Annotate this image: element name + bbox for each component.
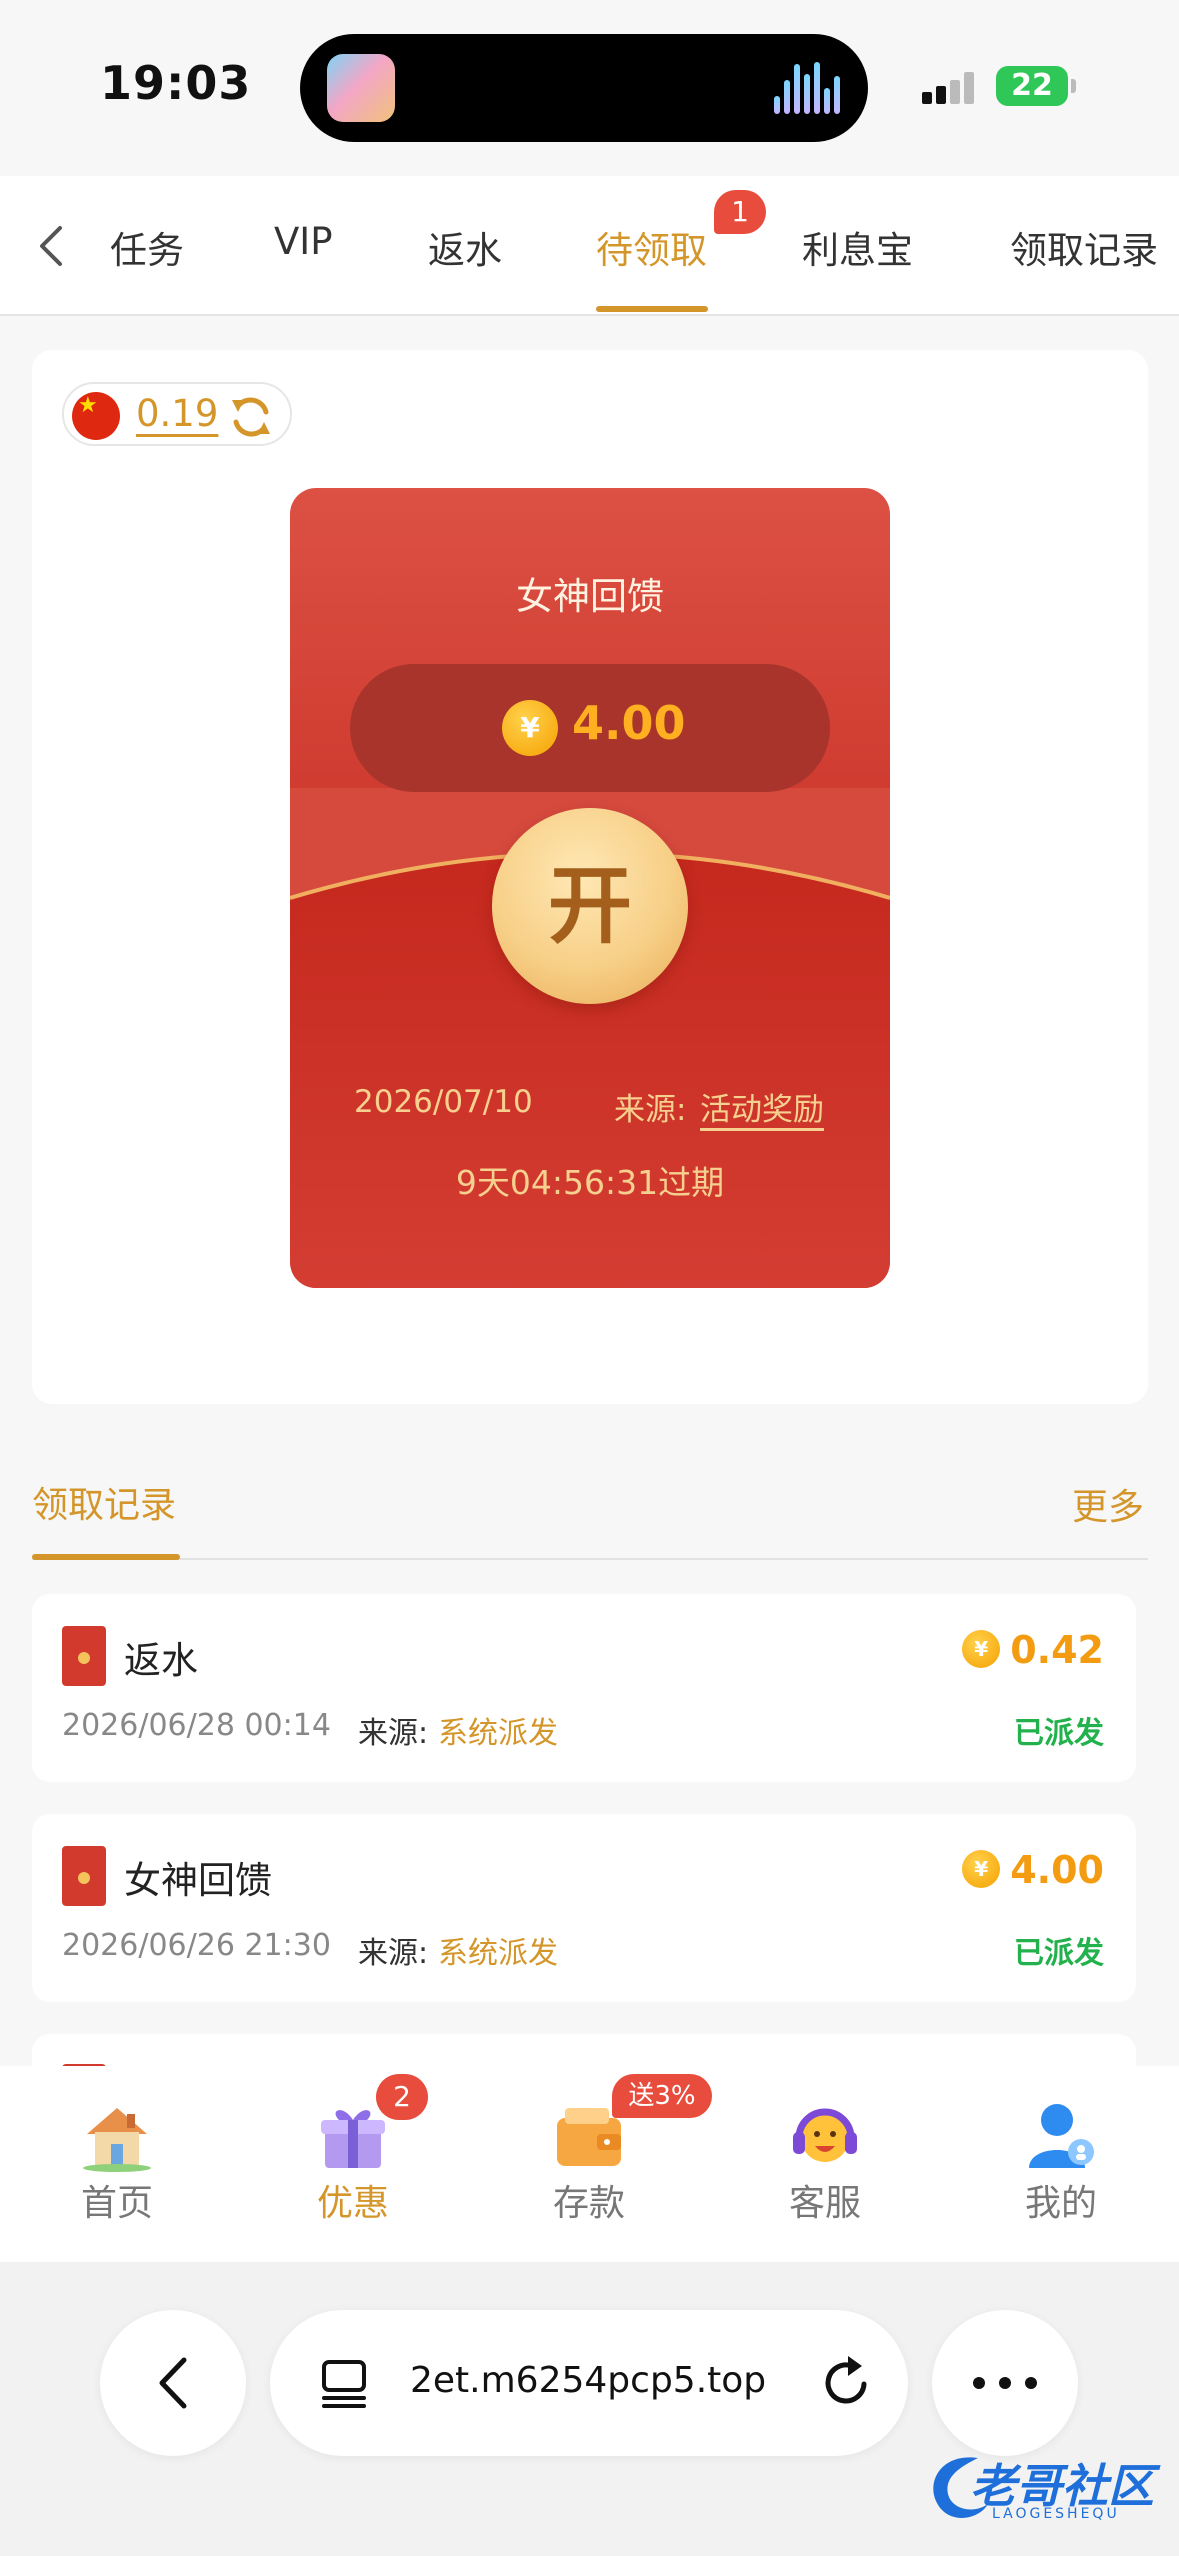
records-section-title: 领取记录 <box>32 1485 177 1526</box>
nav-label: 客服 <box>788 2183 861 2224</box>
records-title-underline <box>32 1554 180 1560</box>
envelope-source-label: 来源: <box>614 1092 687 1128</box>
envelope-expire-countdown: 9天04:56:31过期 <box>455 1163 725 1202</box>
bottom-nav: 首页 优惠 存款 客服 我的 <box>0 2066 1179 2262</box>
user-icon <box>1029 2104 1094 2168</box>
more-options-button[interactable] <box>932 2310 1078 2456</box>
deposit-bonus-badge: 送3% <box>612 2074 712 2118</box>
status-bar: 19:03 22 <box>0 0 1179 176</box>
envelope-amount: 4.00 <box>572 696 686 750</box>
yen-coin-icon: ¥ <box>502 700 558 756</box>
open-envelope-button[interactable]: 开 <box>492 808 688 1004</box>
balance-value: 0.19 <box>136 392 219 435</box>
record-source-label: 来源: <box>358 1716 429 1751</box>
nav-label: 我的 <box>1024 2183 1097 2224</box>
record-title: 返水 <box>124 1639 198 1682</box>
ellipsis-icon <box>973 2377 1037 2389</box>
nav-label: 存款 <box>552 2183 625 2224</box>
tab-bar: 任务 VIP 返水 待领取 利息宝 领取记录 <box>0 176 1179 316</box>
nav-home[interactable]: 首页 <box>17 2066 217 2262</box>
yen-coin-icon: ¥ <box>962 1849 1001 1888</box>
record-amount-value: 0.42 <box>1010 1628 1104 1672</box>
record-card[interactable]: 返水 2026/06/28 00:14 来源: 系统派发 ¥0.42 已派发 <box>32 1594 1136 1782</box>
headset-icon <box>793 2108 857 2162</box>
promotions-count-badge: 2 <box>376 2074 428 2120</box>
tabs-menu-icon <box>322 2360 366 2408</box>
record-amount-value: 4.00 <box>1010 1848 1104 1892</box>
watermark-subtext: LAOGESHEQU <box>992 2506 1120 2522</box>
tab-tasks[interactable]: 任务 <box>110 220 184 274</box>
record-date: 2026/06/26 21:30 <box>62 1928 331 1963</box>
watermark-logo: 老哥社区 LAOGESHEQU <box>918 2440 1168 2540</box>
red-envelope-icon <box>62 1626 106 1686</box>
red-envelope-icon <box>62 1846 106 1906</box>
balance-pill[interactable]: ★ 0.19 <box>62 382 292 446</box>
browser-back-button[interactable] <box>100 2310 246 2456</box>
record-date: 2026/06/28 00:14 <box>62 1708 331 1743</box>
url-text: 2et.m6254pcp5.top <box>410 2360 767 2401</box>
house-icon <box>83 2108 151 2172</box>
now-playing-app-icon <box>327 54 395 122</box>
tab-vip[interactable]: VIP <box>274 220 333 263</box>
envelope-source-link[interactable]: 活动奖励 <box>700 1084 824 1129</box>
status-time: 19:03 <box>100 56 252 110</box>
pending-count-badge: 1 <box>714 190 766 234</box>
audio-waveform-icon <box>774 62 840 114</box>
record-amount: ¥0.42 <box>962 1628 1104 1672</box>
record-source: 系统派发 <box>438 1716 558 1751</box>
dynamic-island <box>300 34 868 142</box>
address-bar[interactable]: 2et.m6254pcp5.top <box>270 2310 908 2456</box>
envelope-amount-pill: ¥ 4.00 <box>350 664 830 792</box>
tab-claim-records[interactable]: 领取记录 <box>1010 220 1158 274</box>
back-chevron-icon[interactable] <box>30 224 74 268</box>
records-divider <box>32 1558 1148 1560</box>
red-envelope-card: ★ 0.19 女神回馈 ¥ 4.00 开 2026/07/10 来源: 活动奖励… <box>32 350 1148 1404</box>
battery-indicator: 22 <box>996 66 1076 106</box>
record-source-label: 来源: <box>358 1936 429 1971</box>
envelope-title: 女神回馈 <box>516 575 664 618</box>
more-link[interactable]: 更多 <box>1072 1478 1144 1530</box>
tab-pending[interactable]: 待领取 <box>596 220 707 274</box>
nav-label: 优惠 <box>316 2183 389 2224</box>
china-flag-icon: ★ <box>72 392 120 440</box>
record-card[interactable]: 女神回馈 2026/06/26 21:30 来源: 系统派发 ¥4.00 已派发 <box>32 1814 1136 2002</box>
reload-icon[interactable] <box>822 2356 874 2410</box>
nav-customer-service[interactable]: 客服 <box>725 2066 925 2262</box>
refresh-icon[interactable] <box>228 394 274 440</box>
nav-label: 首页 <box>80 2183 153 2224</box>
active-tab-indicator <box>596 306 708 312</box>
red-envelope: 女神回馈 ¥ 4.00 开 2026/07/10 来源: 活动奖励 9天04:5… <box>290 488 890 1288</box>
record-title: 女神回馈 <box>124 1859 272 1902</box>
record-amount: ¥4.00 <box>962 1848 1104 1892</box>
tab-rebate[interactable]: 返水 <box>428 220 502 274</box>
record-status: 已派发 <box>1014 1716 1104 1751</box>
yen-coin-icon: ¥ <box>962 1629 1001 1668</box>
record-status: 已派发 <box>1014 1936 1104 1971</box>
tab-interest[interactable]: 利息宝 <box>802 220 913 274</box>
record-source: 系统派发 <box>438 1936 558 1971</box>
cellular-signal-icon <box>922 70 978 104</box>
envelope-date: 2026/07/10 <box>354 1084 533 1120</box>
nav-profile[interactable]: 我的 <box>961 2066 1161 2262</box>
gift-icon <box>321 2110 385 2168</box>
chevron-left-icon <box>159 2357 187 2409</box>
